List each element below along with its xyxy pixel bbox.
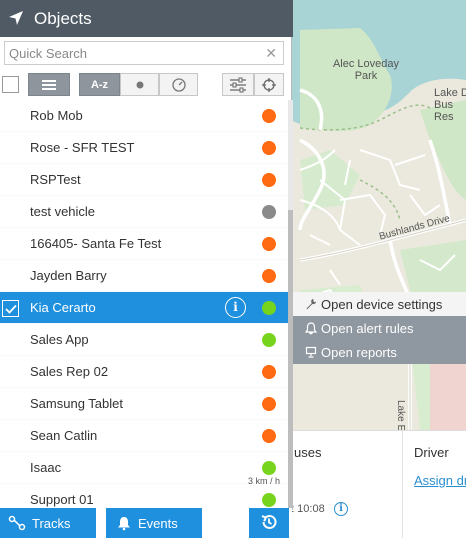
object-name: Sean Catlin	[30, 428, 98, 443]
filter-settings-button[interactable]	[222, 73, 254, 96]
driver-header: Driver	[414, 445, 449, 460]
panel-footer: Tracks Events	[0, 508, 292, 538]
object-row[interactable]: Rose - SFR TEST	[0, 132, 288, 164]
status-dot	[262, 141, 276, 155]
list-view-button[interactable]	[28, 73, 70, 96]
object-name: Support 01	[30, 492, 94, 507]
statuses-header: uses	[294, 445, 322, 460]
sort-alphabetical-button[interactable]: A-z	[79, 73, 120, 96]
clear-search-icon[interactable]: ✕	[265, 45, 277, 61]
status-dot	[262, 109, 276, 123]
quick-search: ✕	[4, 41, 284, 65]
open-device-settings-label: Open device settings	[321, 296, 443, 312]
quick-search-input[interactable]	[5, 42, 255, 64]
checkmark-icon	[4, 304, 17, 314]
objects-panel: Objects ✕ A-z Rob Mo	[0, 0, 293, 538]
status-dot	[262, 461, 276, 475]
scrollbar-thumb[interactable]	[288, 210, 293, 510]
object-name: Rose - SFR TEST	[30, 140, 135, 155]
objects-list: Rob Mob Rose - SFR TEST RSPTest test veh…	[0, 100, 288, 508]
object-row-selected[interactable]: Kia Cerarto i	[0, 292, 288, 324]
status-dot	[262, 429, 276, 443]
status-dot	[262, 237, 276, 251]
sort-by-status-button[interactable]	[120, 73, 159, 96]
last-update-time: 2 10:08	[288, 503, 325, 515]
open-reports-item[interactable]: Open reports	[291, 340, 466, 364]
wrench-icon	[301, 298, 321, 310]
object-row[interactable]: 166405- Santa Fe Test	[0, 228, 288, 260]
object-row[interactable]: Sean Catlin	[0, 420, 288, 452]
tracks-button[interactable]: Tracks	[0, 508, 96, 538]
status-dot	[262, 397, 276, 411]
events-button[interactable]: Events	[106, 508, 202, 538]
assign-driver-link[interactable]: Assign dr	[414, 473, 466, 488]
crosshair-icon	[262, 77, 276, 92]
status-dot	[262, 301, 276, 315]
tracks-label: Tracks	[32, 515, 71, 531]
object-name: Isaac	[30, 460, 62, 475]
select-all-checkbox[interactable]	[2, 76, 19, 93]
history-icon	[259, 512, 279, 535]
object-name: 166405- Santa Fe Test	[30, 236, 162, 251]
road-label-secondary: Lake E	[395, 400, 406, 430]
object-name: test vehicle	[30, 204, 96, 219]
row-checkbox[interactable]	[2, 300, 19, 317]
object-name: Sales Rep 02	[30, 364, 109, 379]
object-row[interactable]: Jayden Barry	[0, 260, 288, 292]
sliders-icon	[230, 77, 246, 92]
status-dot	[262, 205, 276, 219]
object-name: Jayden Barry	[30, 268, 107, 283]
object-row[interactable]: Sales App	[0, 324, 288, 356]
bell-icon	[301, 321, 321, 335]
status-dot-icon	[136, 81, 143, 88]
route-icon	[8, 515, 26, 531]
object-info-panel: uses 2 10:08 i Driver Assign dr	[288, 430, 466, 538]
info-icon[interactable]: i	[334, 502, 348, 516]
panel-title: Objects	[34, 9, 92, 28]
open-alert-rules-label: Open alert rules	[321, 320, 414, 336]
navigation-arrow-icon	[7, 9, 25, 32]
object-name: Sales App	[30, 332, 89, 347]
object-row[interactable]: test vehicle	[0, 196, 288, 228]
object-row[interactable]: Isaac 3 km / h	[0, 452, 288, 486]
list-icon	[42, 79, 56, 90]
open-device-settings-item[interactable]: Open device settings	[291, 292, 466, 316]
status-dot	[262, 365, 276, 379]
open-reports-label: Open reports	[321, 344, 397, 360]
object-info-icon[interactable]: i	[225, 297, 246, 318]
object-row[interactable]: Samsung Tablet	[0, 388, 288, 420]
sort-by-speed-button[interactable]	[159, 73, 198, 96]
status-dot	[262, 333, 276, 347]
object-row[interactable]: Rob Mob	[0, 100, 288, 132]
object-row[interactable]: RSPTest	[0, 164, 288, 196]
lake-label: Lake D Bus Res	[434, 87, 466, 123]
object-name: Samsung Tablet	[30, 396, 123, 411]
locate-button[interactable]	[254, 73, 284, 96]
park-label: Alec Loveday Park	[332, 58, 400, 82]
report-icon	[301, 346, 321, 358]
bell-icon	[116, 515, 132, 531]
gauge-icon	[171, 77, 186, 92]
object-row[interactable]: Support 01	[0, 484, 288, 508]
history-button[interactable]	[249, 508, 289, 538]
objects-toolbar: A-z	[0, 72, 292, 98]
object-name: Rob Mob	[30, 108, 83, 123]
status-dot	[262, 173, 276, 187]
status-dot	[262, 493, 276, 507]
status-dot	[262, 269, 276, 283]
info-column-statuses: uses 2 10:08 i	[288, 431, 403, 538]
events-label: Events	[138, 515, 178, 531]
object-name: Kia Cerarto	[30, 300, 96, 315]
objects-header: Objects	[0, 0, 293, 37]
object-context-menu: Open device settings Open alert rules Op…	[291, 292, 466, 364]
object-name: RSPTest	[30, 172, 81, 187]
list-scrollbar[interactable]	[288, 100, 293, 510]
open-alert-rules-item[interactable]: Open alert rules	[291, 316, 466, 340]
object-row[interactable]: Sales Rep 02	[0, 356, 288, 388]
